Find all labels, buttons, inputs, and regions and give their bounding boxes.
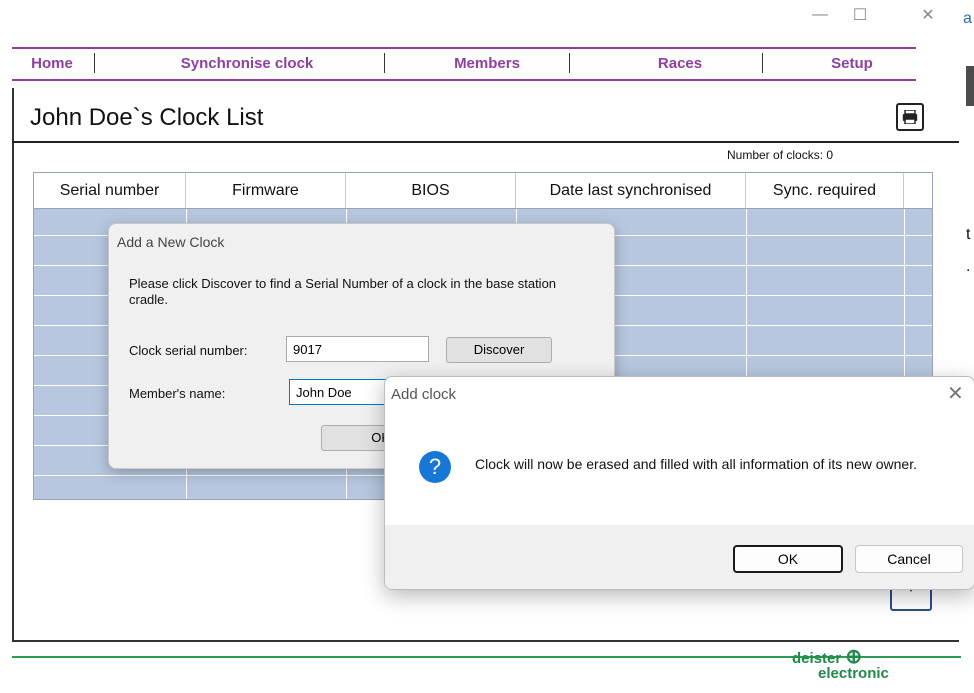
column-firmware[interactable]: Firmware xyxy=(186,173,346,208)
column-sync-required[interactable]: Sync. required xyxy=(746,173,904,208)
column-date-last-synchronised[interactable]: Date last synchronised xyxy=(516,173,746,208)
question-icon: ? xyxy=(419,451,451,483)
dialog-title: Add a New Clock xyxy=(117,234,225,250)
dialog-message: Please click Discover to find a Serial N… xyxy=(129,276,557,307)
menu-separator xyxy=(384,53,385,73)
menu-setup[interactable]: Setup xyxy=(792,49,912,79)
clock-count: Number of clocks: 0 xyxy=(727,148,834,162)
content-frame-left xyxy=(12,88,14,642)
confirm-ok-button[interactable]: OK xyxy=(733,545,843,573)
menu-separator xyxy=(569,53,570,73)
background-window-bar xyxy=(966,66,974,106)
clock-serial-label: Clock serial number: xyxy=(129,343,248,358)
maximize-button[interactable]: ☐ xyxy=(840,2,880,28)
menu-separator xyxy=(762,53,763,73)
member-name-input[interactable]: John Doe xyxy=(289,379,389,405)
title-divider xyxy=(12,141,959,143)
column-bios[interactable]: BIOS xyxy=(346,173,516,208)
content-frame-bottom xyxy=(12,640,959,642)
column-serial-number[interactable]: Serial number xyxy=(34,173,186,208)
printer-icon xyxy=(902,110,918,124)
dialog-title: Add clock xyxy=(391,386,457,403)
menu-home[interactable]: Home xyxy=(18,49,86,79)
minimize-button[interactable]: — xyxy=(800,2,840,28)
dialog-button-bar: OK Cancel xyxy=(385,525,974,589)
confirm-cancel-button[interactable]: Cancel xyxy=(855,545,963,573)
menu-members[interactable]: Members xyxy=(410,49,564,79)
background-text: a xyxy=(963,10,972,27)
add-clock-confirm-dialog: Add clock ✕ ? Clock will now be erased a… xyxy=(384,376,974,590)
menu-races[interactable]: Races xyxy=(602,49,758,79)
close-dialog-button[interactable]: ✕ xyxy=(947,381,964,406)
background-text: t xyxy=(966,226,971,243)
deister-logo: deister ⊕ electronic xyxy=(792,647,889,682)
member-name-label: Member's name: xyxy=(129,386,226,401)
dialog-message: Clock will now be erased and filled with… xyxy=(475,456,917,472)
page-title: John Doe`s Clock List xyxy=(30,104,264,131)
discover-button[interactable]: Discover xyxy=(446,337,552,363)
main-menu: Home Synchronise clock Members Races Set… xyxy=(12,47,916,81)
print-button[interactable] xyxy=(896,103,924,131)
close-window-button[interactable]: ✕ xyxy=(908,2,948,28)
clock-serial-input[interactable]: 9017 xyxy=(286,336,429,362)
logo-text-electronic: electronic xyxy=(818,665,889,682)
menu-synchronise-clock[interactable]: Synchronise clock xyxy=(132,49,362,79)
menu-separator xyxy=(94,53,95,73)
background-text: . xyxy=(966,258,971,275)
table-header: Serial number Firmware BIOS Date last sy… xyxy=(34,173,932,209)
